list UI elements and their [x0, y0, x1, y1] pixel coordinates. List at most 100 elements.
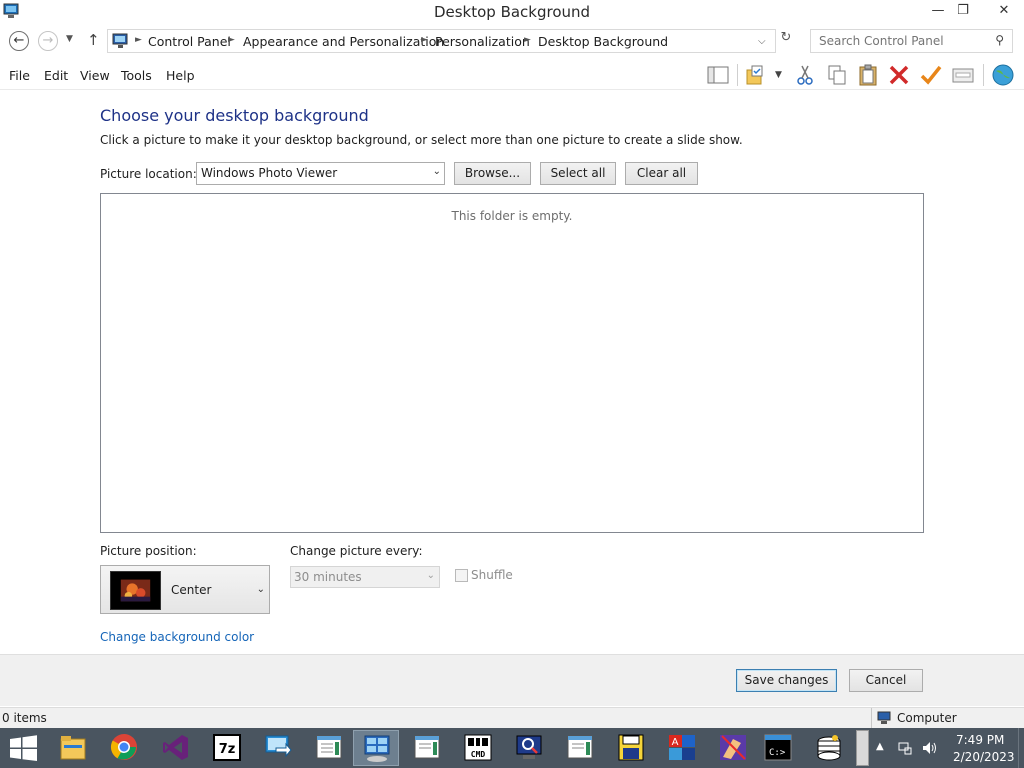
chevron-down-icon[interactable]: ▼	[775, 70, 782, 80]
properties-icon[interactable]	[951, 64, 975, 86]
page-title: Choose your desktop background	[100, 106, 369, 125]
chevron-down-icon: ⌄	[256, 584, 265, 595]
save-changes-button[interactable]: Save changes	[736, 669, 837, 692]
computer-icon	[877, 711, 891, 724]
paint-icon	[720, 735, 746, 760]
chevron-down-icon[interactable]: ⌵	[758, 36, 766, 47]
visual-studio-icon	[163, 735, 188, 760]
change-picture-every-label: Change picture every:	[290, 544, 423, 558]
show-desktop-button[interactable]	[1018, 728, 1024, 768]
taskbar-notepad-2[interactable]	[404, 730, 450, 766]
taskbar-overflow-handle[interactable]	[856, 730, 869, 766]
dialog-footer: Save changes Cancel	[0, 654, 1024, 706]
terminal-icon: C:>	[764, 734, 792, 761]
search-icon[interactable]: ⚲	[995, 33, 1004, 47]
address-field[interactable]: ► Control Panel ► Appearance and Persona…	[107, 29, 776, 53]
breadcrumb-control-panel[interactable]: Control Panel	[148, 34, 231, 49]
paste-icon[interactable]	[856, 64, 880, 86]
windows-start-icon[interactable]	[0, 728, 47, 768]
change-interval-select: 30 minutes ⌄	[290, 566, 440, 588]
up-button[interactable]: ↑	[87, 31, 100, 49]
taskbar-control-panel[interactable]	[353, 730, 399, 766]
breadcrumb-personalization[interactable]: Personalization	[435, 34, 530, 49]
svg-text:CMD: CMD	[471, 750, 486, 759]
acrobat-icon: A	[669, 735, 695, 760]
taskbar-database[interactable]	[806, 730, 852, 766]
clock-time[interactable]: 7:49 PM	[956, 733, 1004, 747]
delete-icon[interactable]	[887, 64, 911, 86]
taskbar-notepad-3[interactable]	[557, 730, 603, 766]
chrome-icon	[110, 734, 137, 760]
change-background-color-link[interactable]: Change background color	[100, 630, 254, 644]
taskbar-7zip[interactable]: 7z	[204, 730, 250, 766]
chevron-right-icon: ►	[135, 35, 142, 45]
layout-pane-icon[interactable]	[706, 64, 730, 86]
back-button[interactable]: ←	[9, 31, 29, 51]
refresh-icon[interactable]: ↻	[777, 30, 795, 48]
svg-text:7z: 7z	[219, 742, 236, 757]
menu-edit[interactable]: Edit	[44, 68, 68, 83]
taskbar-acrobat[interactable]: A	[659, 730, 705, 766]
taskbar-chrome[interactable]	[101, 730, 147, 766]
breadcrumb-desktop-background[interactable]: Desktop Background	[538, 34, 668, 49]
chevron-right-icon[interactable]: ►	[524, 35, 531, 45]
title-bar: Desktop Background — ❐ ✕	[0, 0, 1024, 24]
browse-button[interactable]: Browse...	[454, 162, 531, 185]
notepad-icon	[414, 735, 440, 759]
floppy-icon	[618, 734, 644, 761]
clock-date[interactable]: 2/20/2023	[953, 750, 1015, 764]
chevron-down-icon: ⌄	[426, 570, 435, 581]
menu-view[interactable]: View	[80, 68, 110, 83]
cancel-button[interactable]: Cancel	[849, 669, 923, 692]
checkmark-icon[interactable]	[919, 64, 943, 86]
clear-all-button[interactable]: Clear all	[625, 162, 698, 185]
cut-icon[interactable]	[793, 64, 817, 86]
taskbar-remote-desktop[interactable]	[255, 730, 301, 766]
restore-button[interactable]: ❐	[948, 0, 978, 22]
change-interval-value: 30 minutes	[294, 570, 362, 584]
copy-icon[interactable]	[825, 64, 849, 86]
notepad-icon	[316, 735, 342, 759]
picture-location-value: Windows Photo Viewer	[201, 166, 338, 180]
taskbar-terminal[interactable]: C:>	[755, 730, 801, 766]
cmd-tool-icon: CMD	[464, 734, 492, 761]
taskbar-paint[interactable]	[710, 730, 756, 766]
volume-icon[interactable]	[921, 740, 939, 756]
taskbar-file-explorer[interactable]	[50, 730, 96, 766]
menu-help[interactable]: Help	[166, 68, 195, 83]
toolbar-separator	[983, 64, 984, 86]
magnifier-icon	[516, 735, 542, 759]
7zip-icon: 7z	[213, 734, 241, 761]
center-position-thumbnail	[110, 571, 161, 610]
breadcrumb-appearance[interactable]: Appearance and Personalization	[243, 34, 444, 49]
menu-bar: File Edit View Tools Help ▼	[0, 60, 1024, 90]
forward-button[interactable]: →	[38, 31, 58, 51]
taskbar-notepad[interactable]	[306, 730, 352, 766]
toolbar-separator	[737, 64, 738, 86]
file-explorer-icon	[60, 736, 86, 760]
taskbar-visual-studio[interactable]	[153, 730, 199, 766]
network-icon[interactable]	[897, 740, 913, 756]
chevron-right-icon[interactable]: ►	[228, 35, 235, 45]
taskbar-magnifier[interactable]	[506, 730, 552, 766]
item-count: 0 items	[2, 711, 47, 725]
picture-position-select[interactable]: Center ⌄	[100, 565, 270, 614]
menu-tools[interactable]: Tools	[121, 68, 152, 83]
database-icon	[817, 735, 841, 761]
search-input[interactable]	[811, 30, 991, 52]
taskbar-floppy[interactable]	[608, 730, 654, 766]
picture-location-select[interactable]: Windows Photo Viewer ⌄	[196, 162, 445, 185]
search-box[interactable]: ⚲	[810, 29, 1013, 53]
main-content: Choose your desktop background Click a p…	[0, 91, 1024, 654]
window-title: Desktop Background	[433, 3, 591, 21]
globe-icon[interactable]	[991, 64, 1015, 86]
folder-options-icon[interactable]	[744, 64, 768, 86]
chevron-right-icon[interactable]: ►	[421, 35, 428, 45]
taskbar-cmd-tool[interactable]: CMD	[455, 730, 501, 766]
select-all-button[interactable]: Select all	[540, 162, 616, 185]
menu-file[interactable]: File	[9, 68, 30, 83]
recent-locations-icon[interactable]: ▼	[66, 34, 73, 44]
close-button[interactable]: ✕	[984, 0, 1024, 22]
show-hidden-icons-icon[interactable]: ▲	[876, 741, 884, 768]
picture-gallery[interactable]: This folder is empty.	[100, 193, 924, 533]
